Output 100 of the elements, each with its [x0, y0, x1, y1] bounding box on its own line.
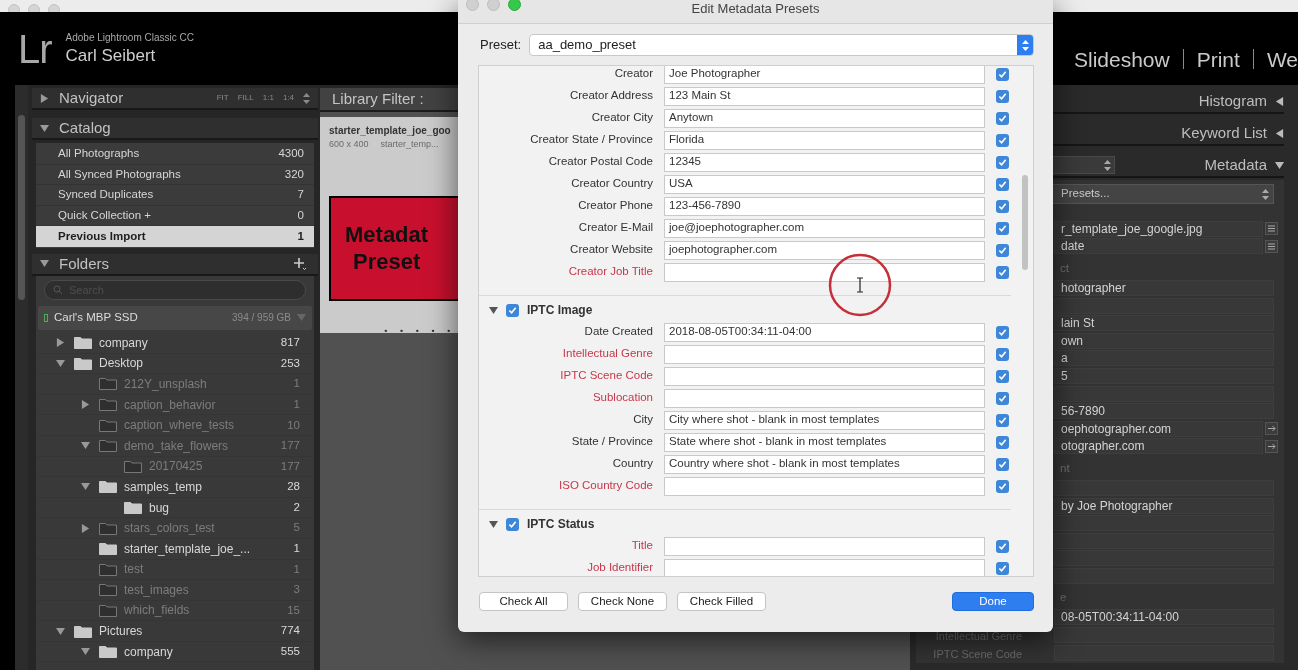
checkbox[interactable] [506, 303, 519, 317]
metadata-field[interactable]: lain St [1054, 315, 1274, 332]
disclosure-triangle-icon[interactable] [1275, 160, 1284, 170]
checkbox[interactable] [996, 221, 1009, 235]
checkbox[interactable] [996, 155, 1009, 169]
checkbox[interactable] [506, 517, 519, 531]
list-icon[interactable] [1265, 239, 1278, 253]
folder-row[interactable]: bug 2 [36, 497, 314, 519]
disclosure-triangle-icon[interactable] [56, 358, 65, 368]
window-button[interactable] [508, 0, 521, 11]
checkbox[interactable] [996, 369, 1009, 383]
disclosure-triangle-icon[interactable] [489, 519, 498, 529]
checkbox[interactable] [996, 347, 1009, 361]
text-field[interactable] [664, 536, 985, 556]
disclosure-triangle-icon[interactable] [56, 338, 65, 348]
disclosure-triangle-icon[interactable] [81, 400, 90, 410]
text-field[interactable]: 123-456-7890 [664, 196, 985, 216]
metadata-field[interactable] [1054, 515, 1274, 532]
metadata-field[interactable] [1054, 479, 1274, 496]
folder-row[interactable]: company 555 [36, 641, 314, 663]
checkbox[interactable] [996, 177, 1009, 191]
disclosure-triangle-icon[interactable] [81, 482, 90, 492]
zoom-option[interactable]: FILL [237, 92, 254, 104]
checkbox[interactable] [996, 265, 1009, 279]
preset-select[interactable]: aa_demo_preset [529, 34, 1034, 56]
disclosure-triangle-icon[interactable] [40, 93, 49, 103]
text-field[interactable] [664, 344, 985, 364]
catalog-item[interactable]: Synced Duplicates 7 [36, 185, 314, 206]
folder-row[interactable]: Desktop 253 [36, 353, 314, 375]
disclosure-triangle-icon[interactable] [81, 647, 90, 657]
checkbox[interactable] [996, 199, 1009, 213]
checkbox[interactable] [996, 457, 1009, 471]
dialog-button[interactable]: Check Filled [677, 592, 766, 611]
metadata-field[interactable]: oephotographer.com [1054, 420, 1263, 437]
metadata-field[interactable] [1054, 532, 1274, 549]
metadata-field[interactable] [1054, 567, 1274, 584]
disclosure-triangle-icon[interactable] [56, 626, 65, 636]
disclosure-triangle-icon[interactable] [81, 523, 90, 533]
checkbox[interactable] [996, 539, 1009, 553]
panel-header[interactable]: Catalog [32, 118, 318, 140]
checkbox[interactable] [996, 89, 1009, 103]
metadata-field[interactable]: otographer.com [1054, 438, 1263, 455]
text-field[interactable]: Anytown [664, 108, 985, 128]
checkbox[interactable] [996, 243, 1009, 257]
zoom-option[interactable]: 1:1 [262, 92, 274, 104]
checkbox[interactable] [996, 67, 1009, 81]
text-field[interactable]: State where shot - blank in most templates [664, 432, 985, 452]
scrollbar-thumb[interactable] [1022, 175, 1028, 270]
checkbox[interactable] [996, 391, 1009, 405]
text-field[interactable] [664, 262, 985, 282]
catalog-item[interactable]: Previous Import 1 [36, 226, 314, 247]
add-icon[interactable] [294, 257, 306, 270]
text-field[interactable] [664, 558, 985, 576]
list-icon[interactable] [1265, 222, 1278, 236]
metadata-field[interactable] [1054, 627, 1274, 644]
folder-row[interactable]: samples_temp 28 [36, 477, 314, 498]
disclosure-triangle-icon[interactable] [1275, 128, 1284, 138]
text-field[interactable] [664, 366, 985, 386]
metadata-field[interactable]: 56-7890 [1054, 403, 1274, 420]
dialog-button[interactable]: Check None [578, 592, 667, 611]
metadata-field[interactable] [1054, 550, 1274, 567]
dialog-button[interactable]: Check All [479, 592, 568, 611]
text-field[interactable]: Florida [664, 130, 985, 150]
metadata-field[interactable]: date [1054, 238, 1263, 255]
panel-header[interactable]: Navigator FIT FILL 1:1 1:4 [32, 88, 318, 110]
folder-row[interactable]: starter_template_joe_... 1 [36, 538, 314, 560]
metadata-field[interactable]: a [1054, 350, 1274, 367]
scrollbar-thumb[interactable] [18, 115, 25, 300]
folder-row[interactable]: Pictures 774 [36, 621, 314, 642]
folder-row[interactable]: company 817 [36, 332, 314, 354]
text-field[interactable]: City where shot - blank in most templates [664, 410, 985, 430]
text-field[interactable]: 123 Main St [664, 86, 985, 106]
checkbox[interactable] [996, 413, 1009, 427]
disclosure-triangle-icon[interactable] [40, 259, 49, 269]
panel-header[interactable]: Folders [32, 253, 318, 276]
volume-row[interactable]: Carl's MBP SSD 394 / 959 GB [38, 305, 312, 330]
metadata-field[interactable]: r_template_joe_google.jpg [1054, 220, 1263, 237]
zoom-option[interactable]: FIT [216, 92, 229, 104]
text-field[interactable]: 2018-08-05T00:34:11-04:00 [664, 322, 985, 342]
metadata-field[interactable] [1054, 297, 1274, 314]
text-field[interactable]: 12345 [664, 152, 985, 172]
metadata-field[interactable]: hotographer [1054, 280, 1274, 296]
text-field[interactable] [664, 388, 985, 408]
metadata-field[interactable]: own [1054, 332, 1274, 349]
disclosure-triangle-icon[interactable] [489, 305, 498, 315]
text-field[interactable]: Joe Photographer [664, 66, 985, 84]
checkbox[interactable] [996, 325, 1009, 339]
text-field[interactable]: joe@joephotographer.com [664, 218, 985, 238]
metadata-field[interactable]: 5 [1054, 367, 1274, 384]
zoom-option[interactable]: 1:4 [282, 92, 294, 104]
module-tab[interactable]: We [1266, 43, 1298, 75]
disclosure-triangle-icon[interactable] [1275, 96, 1284, 106]
checkbox[interactable] [996, 435, 1009, 449]
dialog-button[interactable]: Done [952, 592, 1034, 611]
checkbox[interactable] [996, 133, 1009, 147]
disclosure-triangle-icon[interactable] [40, 123, 49, 133]
text-field[interactable] [664, 476, 985, 496]
text-field[interactable]: USA [664, 174, 985, 194]
disclosure-triangle-icon[interactable] [81, 441, 90, 451]
catalog-item[interactable]: All Photographs 4300 [36, 144, 314, 165]
